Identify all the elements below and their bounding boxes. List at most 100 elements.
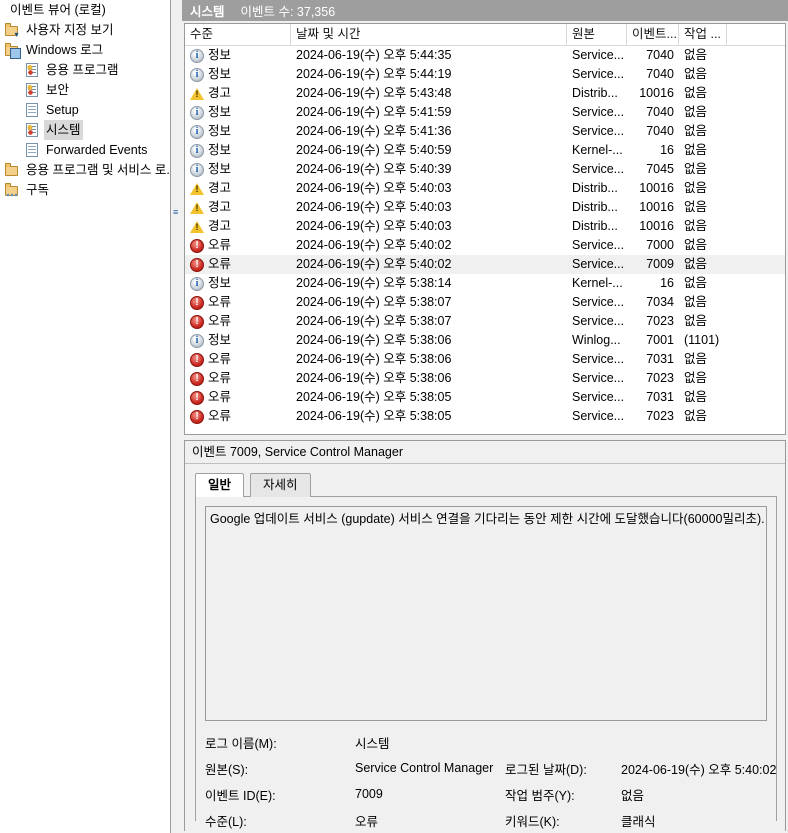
- pane-splitter[interactable]: ≡: [171, 0, 182, 833]
- table-row[interactable]: 정보 2024-06-19(수) 오후 5:44:35 Service... 7040…: [185, 46, 785, 65]
- tree-item-1[interactable]: ▾ 사용자 지정 보기: [0, 20, 170, 40]
- tree-item-5[interactable]: Setup: [0, 100, 170, 120]
- cell-task: 없음: [684, 314, 708, 328]
- table-row[interactable]: 정보 2024-06-19(수) 오후 5:40:39 Service... 7045…: [185, 160, 785, 179]
- column-header-2[interactable]: 원본: [567, 24, 627, 45]
- table-row[interactable]: 오류 2024-06-19(수) 오후 5:38:05 Service... 7031…: [185, 388, 785, 407]
- cell-datetime: 2024-06-19(수) 오후 5:40:02: [296, 257, 452, 271]
- cell-event-id: 7031: [646, 390, 674, 404]
- table-row[interactable]: 정보 2024-06-19(수) 오후 5:40:59 Kernel-... 16 없음: [185, 141, 785, 160]
- cell-event-id: 7023: [646, 314, 674, 328]
- table-row[interactable]: 경고 2024-06-19(수) 오후 5:40:03 Distrib... 1001…: [185, 179, 785, 198]
- table-row[interactable]: 오류 2024-06-19(수) 오후 5:38:06 Service... 7023…: [185, 369, 785, 388]
- log-alert-icon: [24, 82, 40, 98]
- error-icon: [190, 390, 204, 405]
- tab-details[interactable]: 자세히: [250, 473, 311, 497]
- table-row[interactable]: 경고 2024-06-19(수) 오후 5:40:03 Distrib... 1001…: [185, 198, 785, 217]
- tree-item-label: 응용 프로그램: [46, 63, 119, 77]
- table-row[interactable]: 오류 2024-06-19(수) 오후 5:38:07 Service... 7034…: [185, 293, 785, 312]
- level-label: 정보: [208, 143, 232, 157]
- tree-item-label: 시스템: [44, 120, 83, 140]
- table-row[interactable]: 정보 2024-06-19(수) 오후 5:44:19 Service... 7040…: [185, 65, 785, 84]
- column-header-5[interactable]: [727, 24, 785, 45]
- detail-tab-panel: Google 업데이트 서비스 (gupdate) 서비스 연결을 기다리는 동…: [195, 496, 777, 829]
- cell-level: 경고: [185, 198, 291, 217]
- event-list-body[interactable]: 정보 2024-06-19(수) 오후 5:44:35 Service... 7040…: [185, 46, 785, 426]
- table-row[interactable]: 정보 2024-06-19(수) 오후 5:38:14 Kernel-... 16 없음: [185, 274, 785, 293]
- cell-datetime: 2024-06-19(수) 오후 5:40:03: [296, 181, 452, 195]
- tree-item-4[interactable]: 보안: [0, 80, 170, 100]
- tree-item-0[interactable]: 이벤트 뷰어 (로컬): [0, 0, 170, 20]
- table-row[interactable]: 정보 2024-06-19(수) 오후 5:41:59 Service... 7040…: [185, 103, 785, 122]
- subscription-dots-icon: [6, 191, 17, 197]
- cell-level: 오류: [185, 312, 291, 331]
- cell-level: 오류: [185, 255, 291, 274]
- property-value: 시스템: [355, 736, 390, 751]
- filter-overlay-icon: ▾: [14, 30, 19, 39]
- cell-datetime: 2024-06-19(수) 오후 5:40:02: [296, 238, 452, 252]
- cell-source: Service...: [572, 238, 625, 252]
- table-row[interactable]: 경고 2024-06-19(수) 오후 5:40:03 Distrib... 1001…: [185, 217, 785, 236]
- event-message-text[interactable]: Google 업데이트 서비스 (gupdate) 서비스 연결을 기다리는 동…: [205, 506, 767, 721]
- main-content: 시스템 이벤트 수: 37,356 수준 날짜 및 시간 원본 이벤트... 작업 ..…: [182, 0, 788, 833]
- tree-item-7[interactable]: Forwarded Events: [0, 140, 170, 160]
- cell-datetime: 2024-06-19(수) 오후 5:44:35: [296, 48, 452, 62]
- information-icon: [190, 105, 204, 120]
- event-list-view[interactable]: 수준날짜 및 시간원본이벤트...작업 ... 정보 2024-06-19(수) …: [184, 23, 786, 435]
- column-header-3[interactable]: 이벤트...: [627, 24, 679, 45]
- table-row[interactable]: 경고 2024-06-19(수) 오후 5:43:48 Distrib... 1001…: [185, 84, 785, 103]
- cell-datetime: 2024-06-19(수) 오후 5:43:48: [296, 86, 452, 100]
- table-row[interactable]: 정보 2024-06-19(수) 오후 5:41:36 Service... 7040…: [185, 122, 785, 141]
- tree-item-8[interactable]: 응용 프로그램 및 서비스 로.: [0, 160, 170, 180]
- tree-item-label: 응용 프로그램 및 서비스 로.: [26, 163, 170, 177]
- tree-item-9[interactable]: 구독: [0, 180, 170, 200]
- cell-datetime: 2024-06-19(수) 오후 5:38:07: [296, 314, 452, 328]
- level-label: 오류: [208, 257, 232, 271]
- table-row[interactable]: 오류 2024-06-19(수) 오후 5:40:02 Service... 7009…: [185, 255, 785, 274]
- cell-level: 정보: [185, 65, 291, 84]
- cell-source: Service...: [572, 67, 625, 81]
- cell-event-id: 10016: [639, 86, 674, 100]
- cell-source: Service...: [572, 409, 625, 423]
- level-label: 오류: [208, 238, 232, 252]
- column-header-4[interactable]: 작업 ...: [679, 24, 727, 45]
- table-row[interactable]: 오류 2024-06-19(수) 오후 5:38:07 Service... 7023…: [185, 312, 785, 331]
- property-label: 수준(L):: [205, 814, 247, 829]
- event-list-header[interactable]: 수준 날짜 및 시간 원본 이벤트... 작업 ...: [185, 24, 785, 46]
- table-row[interactable]: 오류 2024-06-19(수) 오후 5:38:05 Service... 7023…: [185, 407, 785, 426]
- tree-item-label: 사용자 지정 보기: [26, 23, 114, 37]
- tab-general[interactable]: 일반: [195, 473, 245, 497]
- table-row[interactable]: 오류 2024-06-19(수) 오후 5:38:06 Service... 7031…: [185, 350, 785, 369]
- tree-item-6[interactable]: 시스템: [0, 120, 170, 140]
- cell-event-id: 7040: [646, 124, 674, 138]
- log-icon: [24, 102, 40, 118]
- column-header-0[interactable]: 수준: [185, 24, 291, 45]
- information-icon: [190, 162, 204, 177]
- level-label: 오류: [208, 390, 232, 404]
- cell-task: 없음: [684, 219, 708, 233]
- cell-source: Service...: [572, 105, 625, 119]
- cell-source: Distrib...: [572, 200, 618, 214]
- property-label: 작업 범주(Y):: [505, 788, 575, 803]
- windows-logs-icon: [4, 42, 21, 59]
- cell-task: (1101): [684, 333, 720, 347]
- warning-icon: [190, 182, 204, 196]
- property-value: 클래식: [621, 814, 656, 829]
- property-label: 키워드(K):: [505, 814, 560, 829]
- column-header-1[interactable]: 날짜 및 시간: [291, 24, 567, 45]
- cell-level: 오류: [185, 350, 291, 369]
- detail-tabstrip[interactable]: 일반 자세히: [195, 473, 785, 497]
- cell-level: 정보: [185, 274, 291, 293]
- table-row[interactable]: 정보 2024-06-19(수) 오후 5:38:06 Winlog... 7001 (…: [185, 331, 785, 350]
- cell-level: 경고: [185, 179, 291, 198]
- tree-item-3[interactable]: 응용 프로그램: [0, 60, 170, 80]
- level-label: 오류: [208, 295, 232, 309]
- error-icon: [190, 295, 204, 310]
- cell-task: 없음: [684, 371, 708, 385]
- cell-level: 오류: [185, 369, 291, 388]
- tree-item-2[interactable]: Windows 로그: [0, 40, 170, 60]
- splitter-grip-icon[interactable]: ≡: [173, 208, 180, 238]
- table-row[interactable]: 오류 2024-06-19(수) 오후 5:40:02 Service... 7000…: [185, 236, 785, 255]
- cell-level: 오류: [185, 388, 291, 407]
- level-label: 오류: [208, 409, 232, 423]
